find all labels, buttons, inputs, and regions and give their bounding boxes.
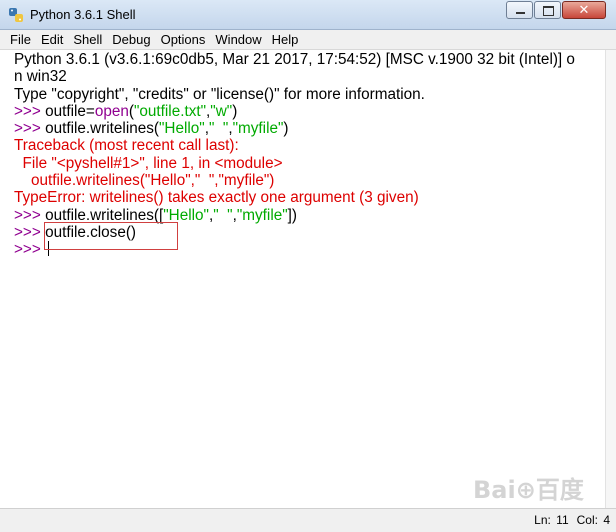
cursor-position: Ln: 11 Col: 4 — [526, 513, 610, 527]
window-title: Python 3.6.1 Shell — [30, 7, 136, 22]
prompt: >>> — [14, 241, 46, 259]
minimize-icon — [516, 12, 525, 14]
maximize-button[interactable] — [534, 1, 561, 19]
traceback-line: outfile.writelines("Hello"," ","myfile") — [14, 172, 275, 190]
menu-shell[interactable]: Shell — [69, 32, 106, 47]
input-line: >>> outfile.writelines("Hello"," ","myfi… — [14, 120, 289, 138]
menu-window[interactable]: Window — [211, 32, 265, 47]
prompt: >>> — [14, 223, 46, 241]
python-icon — [9, 8, 23, 22]
close-icon: ✕ — [578, 3, 590, 18]
menu-help[interactable]: Help — [268, 32, 303, 47]
prompt: >>> — [14, 102, 46, 120]
input-line: >>> outfile=open("outfile.txt","w") — [14, 102, 238, 120]
banner-line: Type "copyright", "credits" or "license(… — [14, 85, 425, 103]
close-button[interactable]: ✕ — [562, 1, 606, 19]
menu-file[interactable]: File — [6, 32, 35, 47]
banner-line: n win32 — [14, 68, 67, 86]
vertical-scrollbar[interactable] — [605, 50, 616, 508]
maximize-icon — [543, 6, 554, 16]
traceback-line: Traceback (most recent call last): — [14, 137, 239, 155]
menu-debug[interactable]: Debug — [108, 32, 154, 47]
error-line: TypeError: writelines() takes exactly on… — [14, 189, 419, 207]
status-bar: Ln: 11 Col: 4 — [0, 508, 616, 532]
banner-line: Python 3.6.1 (v3.6.1:69c0db5, Mar 21 201… — [14, 51, 575, 68]
shell-text-area[interactable]: Python 3.6.1 (v3.6.1:69c0db5, Mar 21 201… — [0, 50, 605, 508]
menu-bar: File Edit Shell Debug Options Window Hel… — [0, 30, 616, 50]
prompt: >>> — [14, 120, 46, 138]
prompt: >>> — [14, 206, 46, 224]
column-number: Col: 4 — [576, 513, 610, 527]
line-number: Ln: 11 — [534, 513, 569, 527]
menu-options[interactable]: Options — [157, 32, 210, 47]
menu-edit[interactable]: Edit — [37, 32, 67, 47]
traceback-line: File "<pyshell#1>", line 1, in <module> — [14, 154, 283, 172]
window-controls: ✕ — [505, 1, 606, 19]
title-bar: Python 3.6.1 Shell ✕ — [0, 0, 616, 30]
minimize-button[interactable] — [506, 1, 533, 19]
baidu-watermark: Bai⊕百度 — [473, 476, 584, 504]
highlight-annotation-box — [44, 222, 178, 250]
